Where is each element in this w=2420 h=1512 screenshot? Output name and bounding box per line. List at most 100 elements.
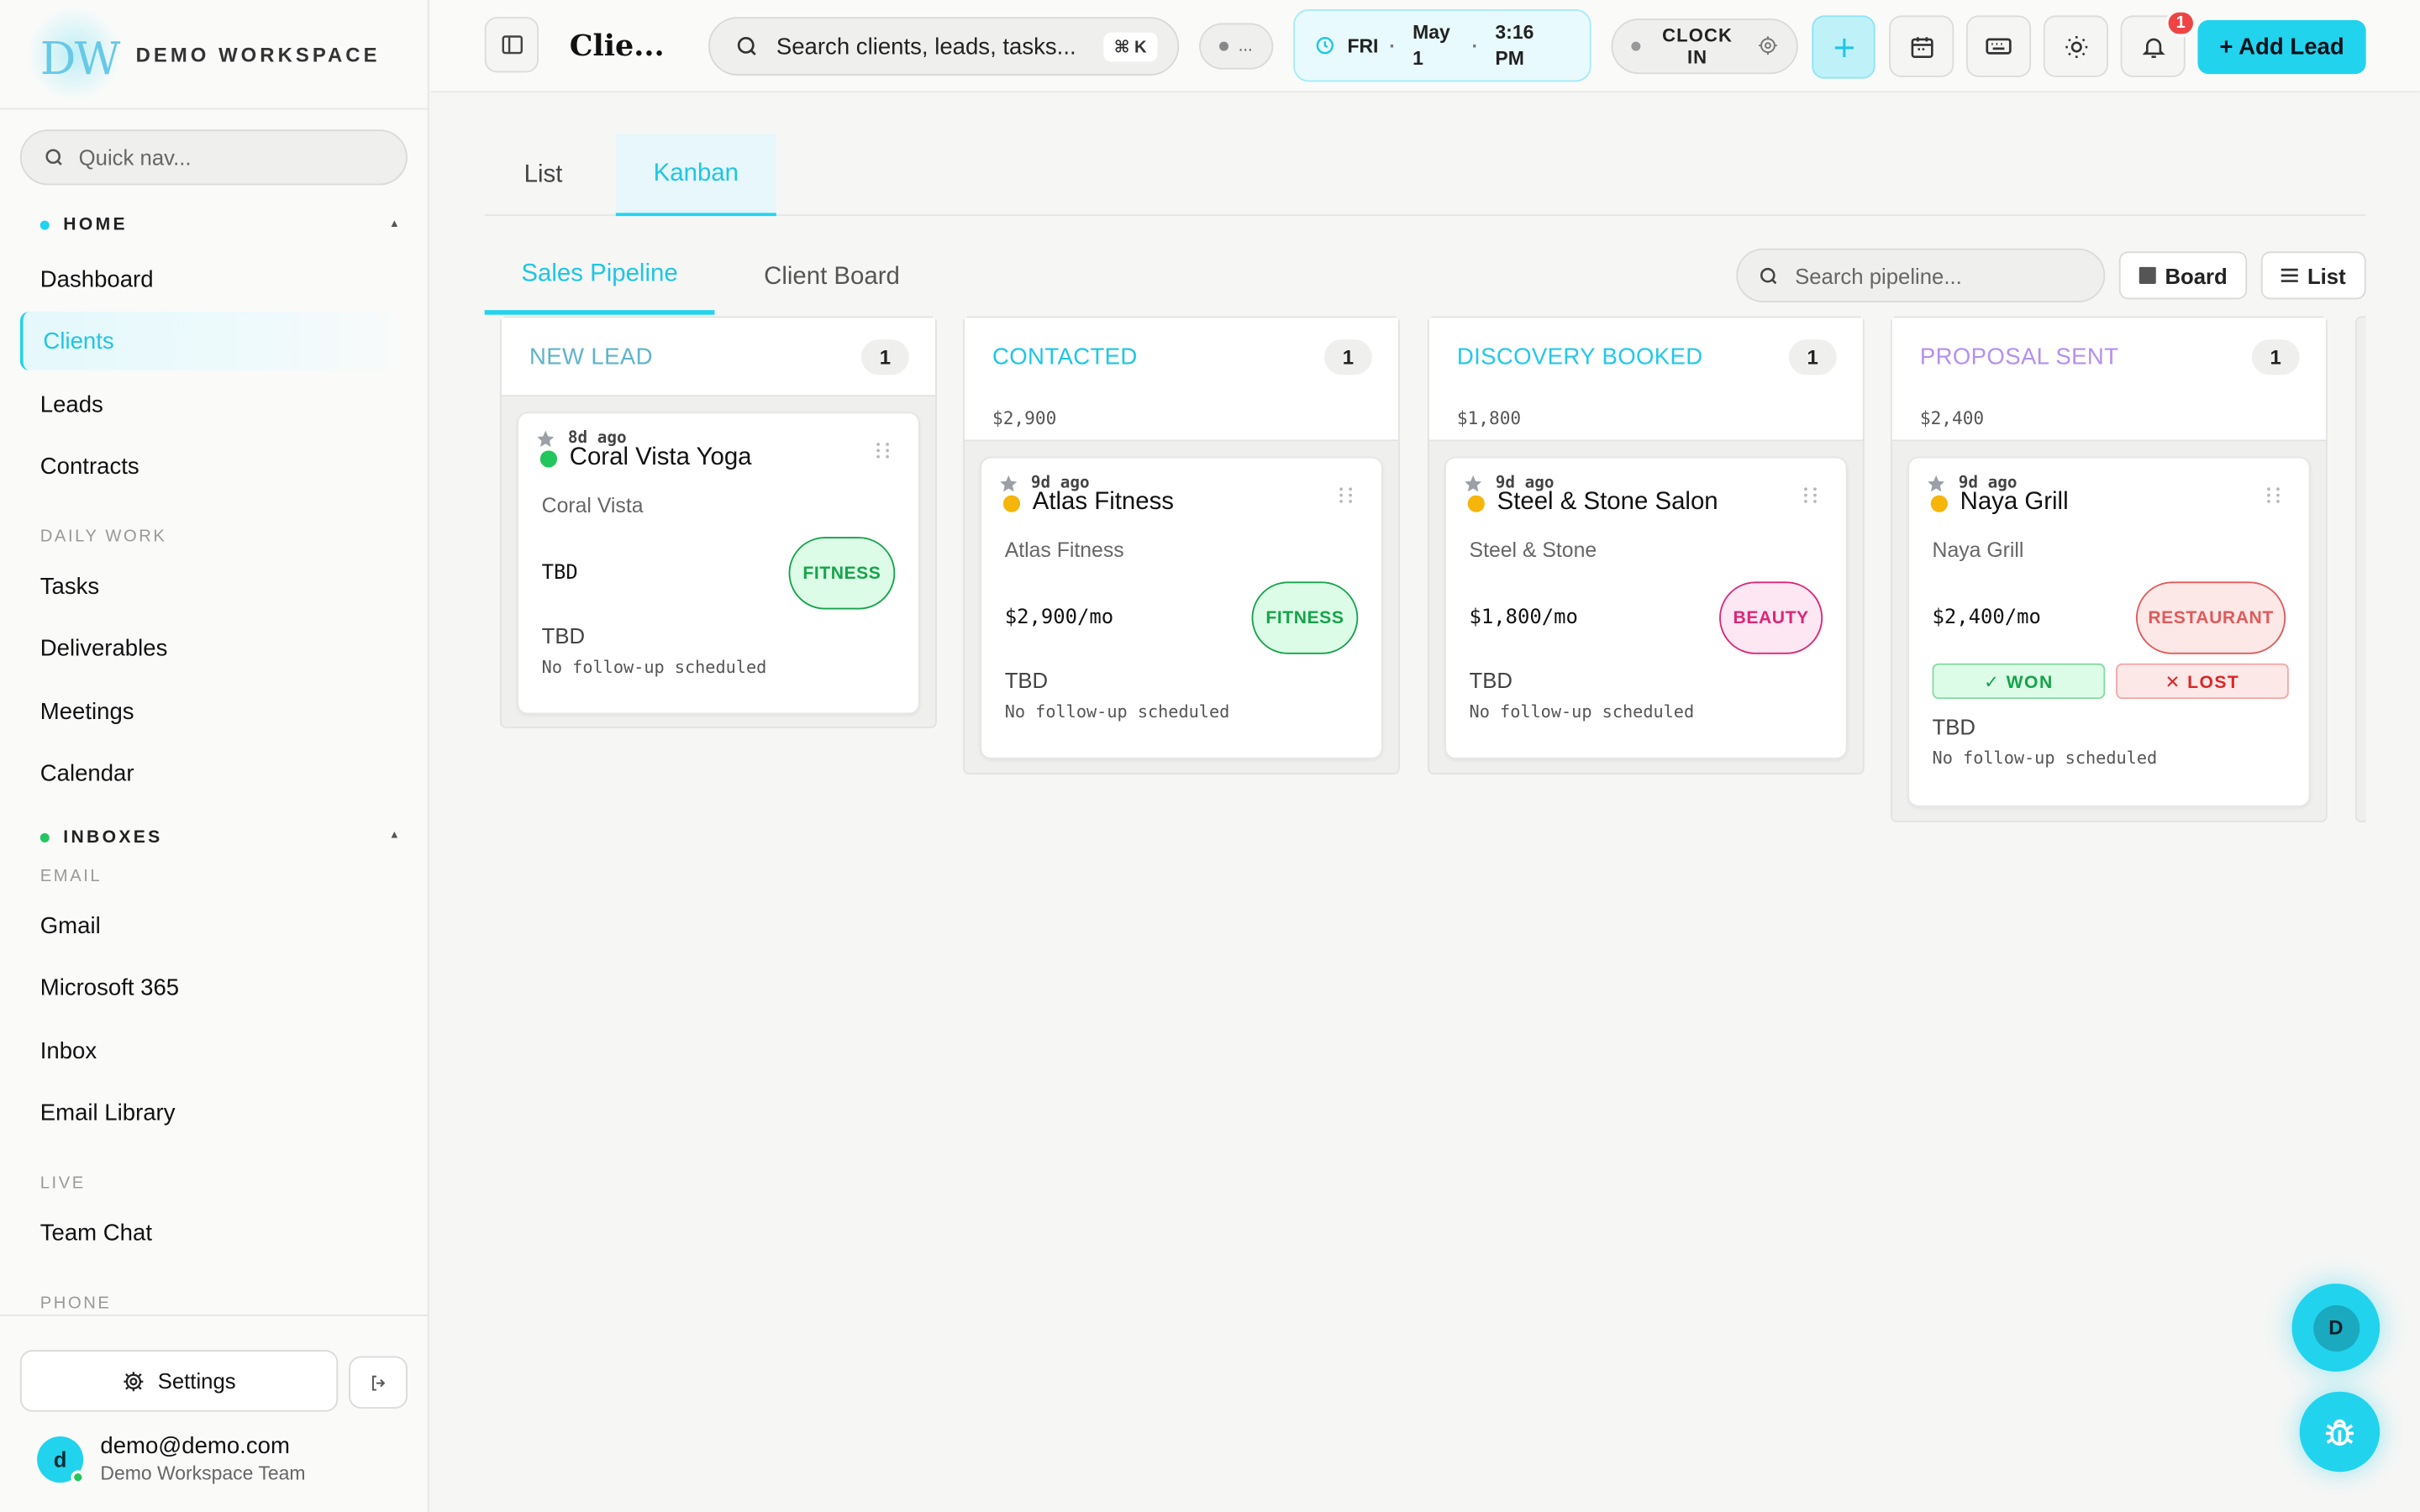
lead-card[interactable]: 9d ago Atlas Fitness Atlas Fitness $2,90… [980, 456, 1383, 759]
column-title: PROPOSAL SENT [1919, 344, 2119, 370]
online-indicator [71, 1470, 86, 1484]
sidebar-item-inbox[interactable]: Inbox [20, 1021, 408, 1080]
mark-won-button[interactable]: ✓ WON [1932, 663, 2106, 700]
next-step: TBD [1469, 668, 1512, 693]
next-step: TBD [1004, 668, 1049, 693]
industry-tag: BEAUTY [1719, 581, 1823, 654]
kanban-column-next-partial [2354, 316, 2366, 822]
sidebar-item-microsoft-365[interactable]: Microsoft 365 [20, 958, 408, 1017]
sidebar-item-leads[interactable]: Leads [20, 375, 408, 433]
clock-day: FRI [1347, 34, 1379, 57]
status-pill[interactable]: ... [1199, 23, 1274, 70]
sidebar-item-clients[interactable]: Clients [19, 312, 408, 370]
sidebar-item-email-library[interactable]: Email Library [20, 1083, 408, 1142]
column-total: $1,800 [1456, 407, 1522, 429]
notifications-button[interactable]: 1 [2120, 9, 2196, 77]
workspace-logo: DW [24, 8, 124, 101]
sidebar-item-gmail[interactable]: Gmail [20, 896, 408, 955]
clock-icon [1315, 35, 1335, 55]
card-title[interactable]: Steel & Stone Salon [1497, 489, 1718, 517]
kanban-column-new-lead: NEW LEAD 1 8d ago Coral Vista Yoga Coral… [500, 316, 937, 728]
column-count: 1 [2251, 339, 2300, 375]
industry-tag: FITNESS [788, 537, 896, 610]
card-company: Steel & Stone [1469, 538, 1597, 562]
sidebar-item-team-chat[interactable]: Team Chat [20, 1204, 408, 1263]
kanban-column-proposal-sent: PROPOSAL SENT 1 $2,400 9d ago Naya Grill… [1890, 316, 2328, 822]
collapse-inboxes-icon[interactable]: ▲ [389, 830, 400, 841]
board-view-button[interactable]: Board [2118, 251, 2248, 300]
tab-list[interactable]: List [509, 134, 577, 216]
lead-card[interactable]: 8d ago Coral Vista Yoga Coral Vista TBD … [517, 412, 920, 715]
sidebar-item-calendar[interactable]: Calendar [20, 743, 408, 802]
section-inboxes[interactable]: INBOXES [39, 828, 163, 847]
sidebar-item-dashboard[interactable]: Dashboard [20, 250, 408, 309]
column-count: 1 [1323, 339, 1372, 375]
drag-handle-icon[interactable] [1338, 486, 1353, 505]
keyboard-shortcuts-button[interactable] [1965, 15, 2032, 77]
global-search-input[interactable]: Search clients, leads, tasks... ⌘ K [708, 17, 1180, 76]
clock-time: 3:16 PM [1495, 20, 1534, 69]
settings-label: Settings [157, 1368, 236, 1394]
sidebar-item-deliverables[interactable]: Deliverables [20, 619, 408, 678]
gear-icon [122, 1369, 145, 1393]
section-home[interactable]: HOME [39, 216, 128, 234]
tab-client-board[interactable]: Client Board [747, 239, 917, 315]
column-total: $2,400 [1919, 407, 1985, 429]
topbar: Clie... Search clients, leads, tasks... … [430, 0, 2420, 93]
sidebar-item-meetings[interactable]: Meetings [20, 682, 408, 741]
clock-in-button[interactable]: CLOCK IN [1611, 18, 1798, 75]
card-title[interactable]: Coral Vista Yoga [570, 444, 752, 472]
drag-handle-icon[interactable] [875, 441, 890, 459]
lead-card[interactable]: 9d ago Steel & Stone Salon Steel & Stone… [1444, 456, 1848, 759]
user-email: demo@demo.com [100, 1433, 290, 1460]
calendar-button[interactable] [1889, 15, 1954, 77]
column-header: DISCOVERY BOOKED 1 $1,800 [1428, 318, 1863, 442]
quick-add-button[interactable] [1812, 15, 1876, 79]
page-title: Clie... [569, 29, 665, 64]
industry-tag: FITNESS [1251, 581, 1359, 654]
sidebar-item-contracts[interactable]: Contracts [20, 437, 408, 496]
bug-report-fab[interactable] [2299, 1391, 2381, 1473]
theme-toggle-button[interactable] [2043, 15, 2108, 77]
tab-sales-pipeline[interactable]: Sales Pipeline [484, 239, 715, 315]
status-dot [539, 450, 558, 468]
drag-handle-icon[interactable] [2265, 486, 2281, 505]
star-icon[interactable] [998, 474, 1018, 494]
tab-kanban[interactable]: Kanban [615, 134, 776, 217]
star-icon[interactable] [535, 429, 555, 449]
quick-nav-input[interactable]: Quick nav... [19, 129, 408, 186]
drag-handle-icon[interactable] [1802, 486, 1818, 505]
search-icon [43, 146, 65, 168]
lead-card[interactable]: 9d ago Naya Grill Naya Grill $2,400/mo R… [1907, 456, 2311, 807]
user-team: Demo Workspace Team [100, 1462, 306, 1484]
pipeline-search-input[interactable]: Search pipeline... [1736, 248, 2106, 302]
card-title[interactable]: Atlas Fitness [1033, 489, 1174, 517]
add-lead-button[interactable]: + Add Lead [2197, 19, 2366, 75]
workspace-header[interactable]: DW DEMO WORKSPACE [0, 0, 428, 110]
card-title[interactable]: Naya Grill [1960, 489, 2069, 517]
collapse-home-icon[interactable]: ▲ [389, 219, 400, 230]
user-avatar[interactable]: d [37, 1436, 86, 1484]
logout-button[interactable] [349, 1356, 408, 1409]
board-icon [2139, 266, 2156, 284]
card-amount: $2,900/mo [1004, 606, 1114, 630]
assistant-fab[interactable]: D [2291, 1284, 2381, 1372]
workspace-name: DEMO WORKSPACE [135, 42, 381, 66]
card-amount: TBD [541, 561, 578, 585]
star-icon[interactable] [1463, 474, 1483, 494]
sidebar-item-tasks[interactable]: Tasks [20, 557, 408, 616]
date-time-widget[interactable]: FRI · May 1 · 3:16 PM [1293, 9, 1591, 82]
settings-button[interactable]: Settings [19, 1350, 339, 1412]
clock-date: May 1 [1413, 20, 1450, 69]
card-amount: $1,800/mo [1469, 606, 1578, 630]
clock-settings-icon[interactable] [1758, 35, 1778, 55]
column-title: CONTACTED [992, 344, 1138, 370]
next-step: TBD [1932, 714, 1975, 739]
star-icon[interactable] [1926, 474, 1946, 494]
list-view-button[interactable]: List [2260, 251, 2366, 300]
clock-in-label: CLOCK IN [1662, 24, 1733, 68]
toggle-sidebar-button[interactable] [484, 17, 539, 73]
keyboard-icon [1985, 33, 2012, 60]
mark-lost-button[interactable]: ✕ LOST [2116, 663, 2289, 700]
card-amount: $2,400/mo [1932, 606, 2041, 630]
